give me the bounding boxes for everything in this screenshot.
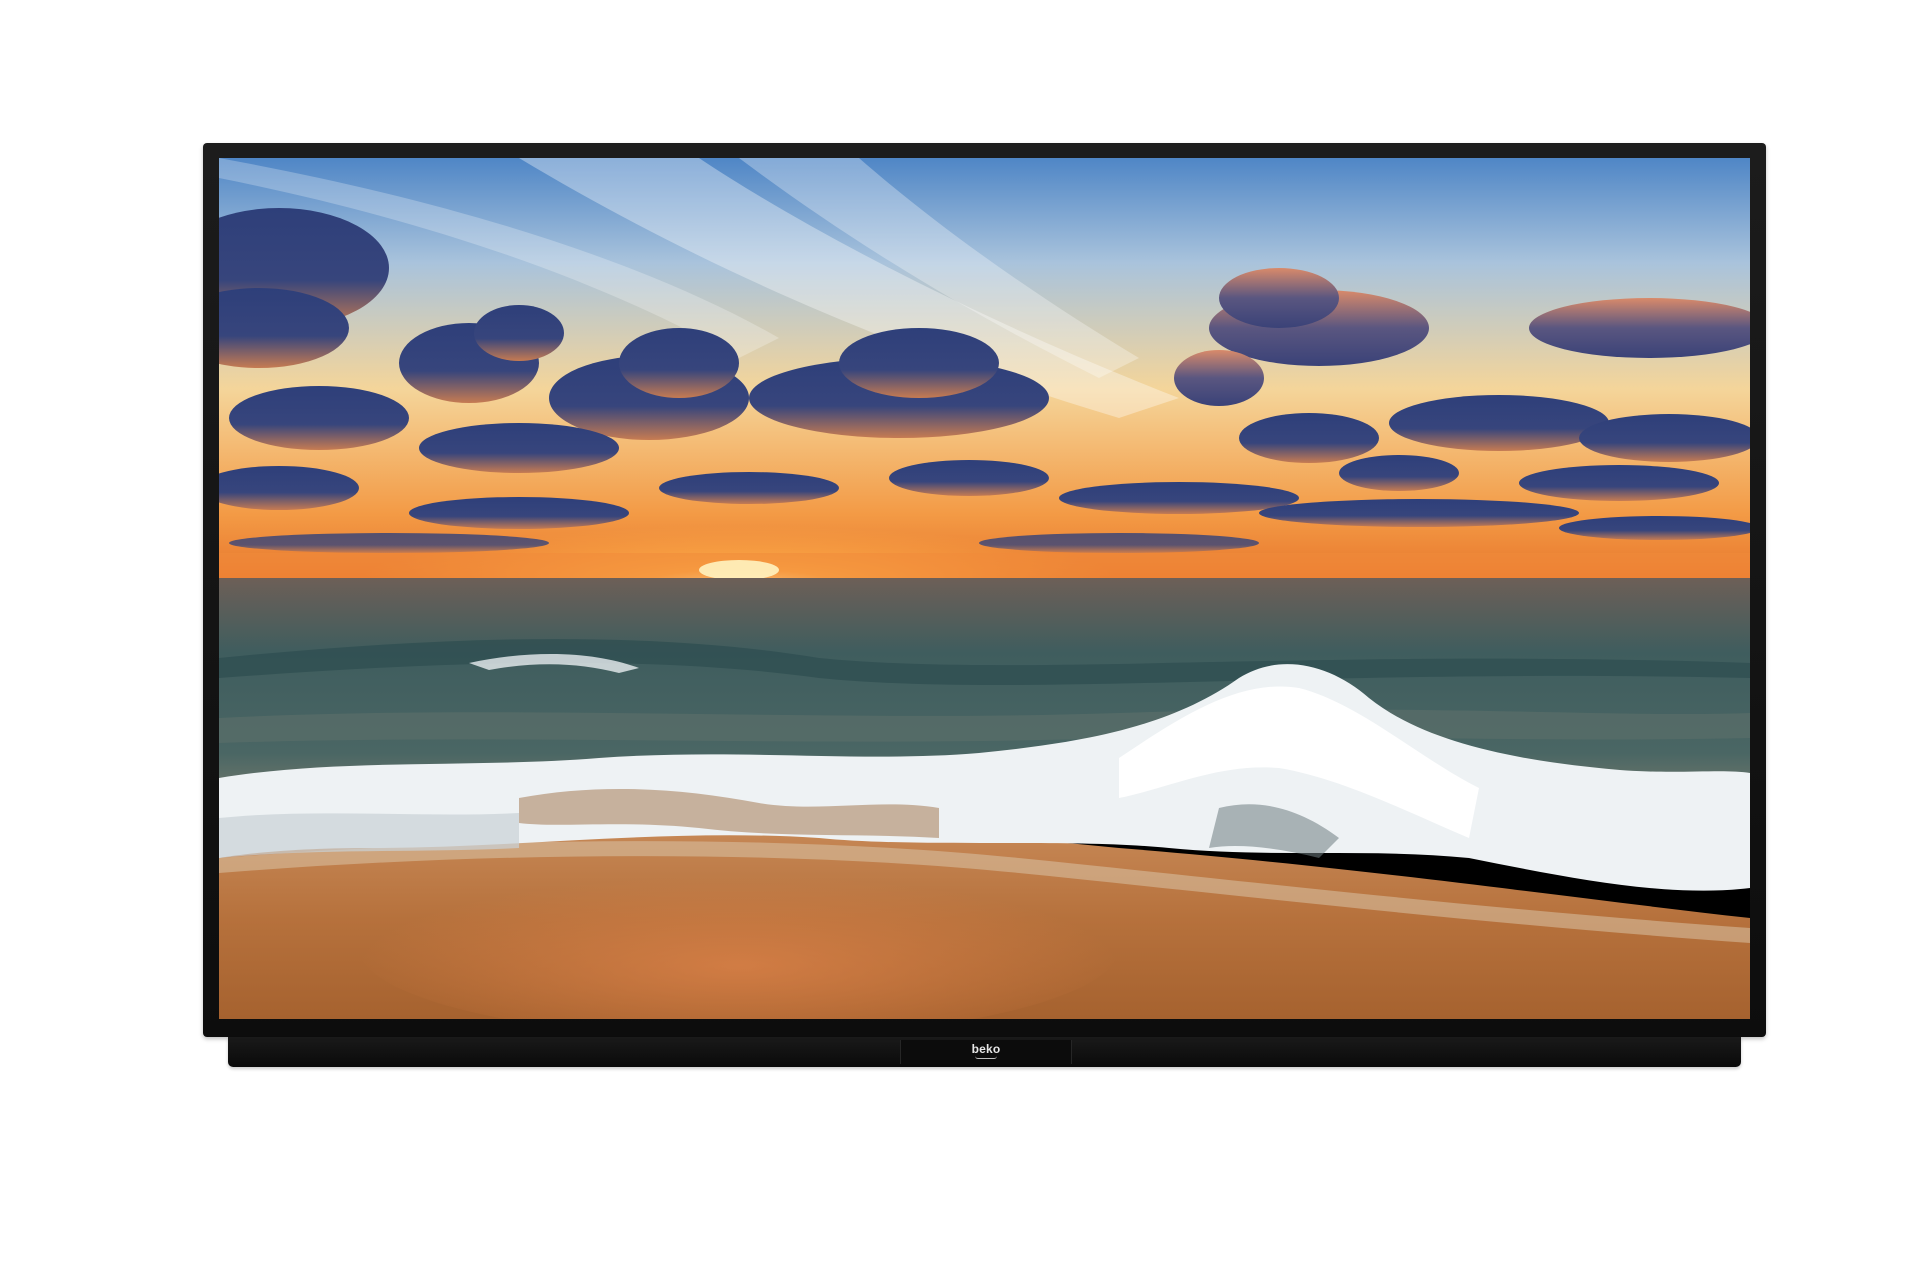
tv-soundbar-chin: beko [228, 1037, 1741, 1067]
brand-logo: beko [901, 1042, 1071, 1059]
beach-sunset-scene [219, 158, 1750, 1019]
product-image-canvas: beko [0, 0, 1920, 1281]
brand-badge: beko [900, 1040, 1072, 1064]
tv-frame [203, 143, 1766, 1037]
tv-screen [219, 158, 1750, 1019]
